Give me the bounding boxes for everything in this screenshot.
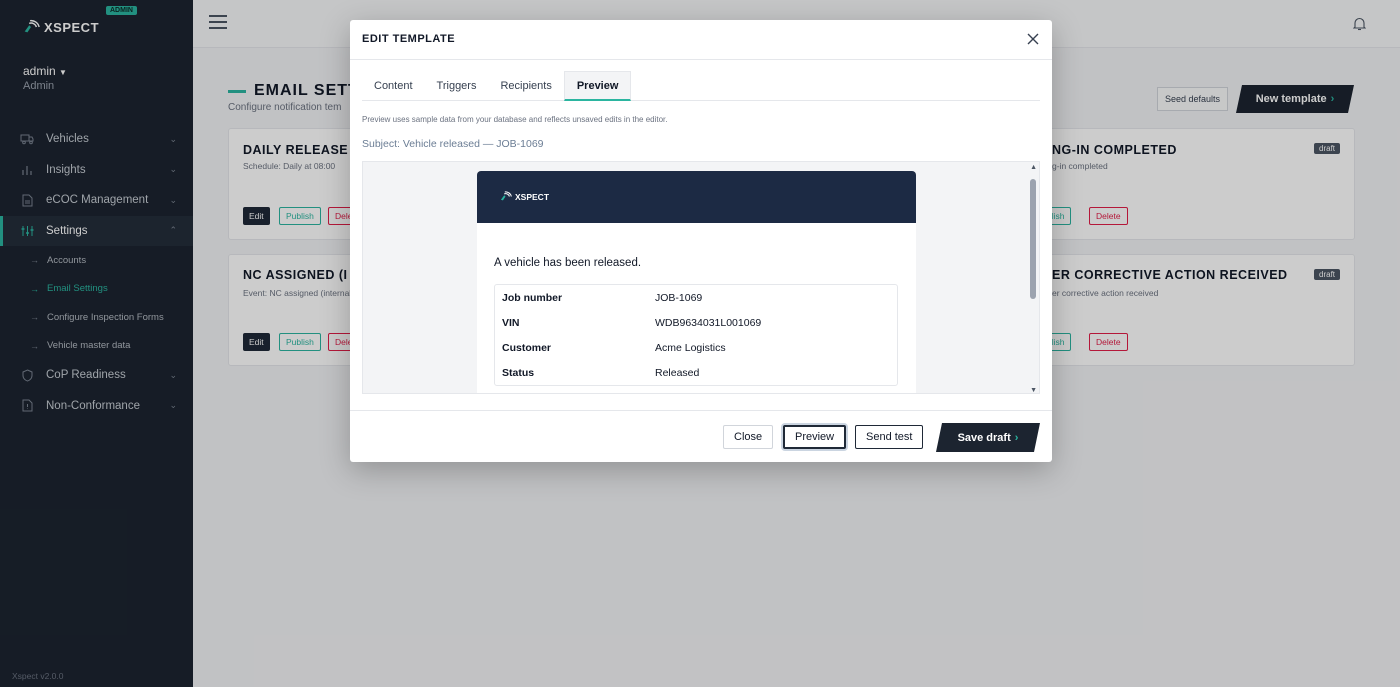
preview-note: Preview uses sample data from your datab… (362, 115, 668, 124)
close-icon[interactable] (1024, 30, 1042, 48)
modal-footer: Close Preview Send test Save draft › (350, 410, 1052, 462)
modal-title: EDIT TEMPLATE (362, 33, 456, 45)
tab-triggers[interactable]: Triggers (425, 71, 489, 101)
table-row: Job number JOB-1069 (495, 285, 897, 310)
row-value: Acme Logistics (655, 341, 726, 354)
row-key: Job number (502, 291, 563, 304)
scroll-down-icon[interactable]: ▼ (1030, 387, 1037, 393)
row-key: Customer (502, 341, 552, 354)
tab-content[interactable]: Content (362, 71, 425, 101)
send-test-button[interactable]: Send test (855, 425, 924, 449)
scrollbar-thumb[interactable] (1030, 179, 1036, 299)
email-header: XSPECT (477, 171, 916, 223)
email-logo: XSPECT (499, 190, 549, 203)
scroll-up-icon[interactable]: ▲ (1030, 164, 1037, 171)
modal-header: EDIT TEMPLATE (350, 20, 1052, 60)
email-message: A vehicle has been released. (494, 257, 642, 269)
table-row: Customer Acme Logistics (495, 335, 897, 360)
row-key: VIN (502, 316, 520, 329)
row-value: JOB-1069 (655, 291, 703, 304)
email-details-table: Job number JOB-1069 VIN WDB9634031L001069 … (494, 284, 898, 386)
email-subject: Subject: Vehicle released — JOB-1069 (362, 138, 544, 150)
preview-button[interactable]: Preview (783, 425, 847, 449)
table-row: VIN WDB9634031L001069 (495, 310, 897, 335)
table-row: Status Released (495, 360, 897, 385)
edit-template-modal: EDIT TEMPLATE Content Triggers Recipient… (350, 20, 1052, 462)
save-draft-button[interactable]: Save draft › (936, 423, 1040, 452)
chevron-right-icon: › (1014, 431, 1019, 444)
tab-preview[interactable]: Preview (563, 71, 632, 101)
email-preview: XSPECT A vehicle has been released. Job … (477, 171, 916, 393)
row-value: Released (655, 366, 700, 379)
preview-scrollbar[interactable]: ▲ ▼ (1027, 162, 1039, 393)
close-button[interactable]: Close (723, 425, 774, 449)
row-value: WDB9634031L001069 (655, 316, 762, 329)
email-preview-frame[interactable]: XSPECT A vehicle has been released. Job … (362, 161, 1040, 394)
tab-recipients[interactable]: Recipients (488, 71, 563, 101)
save-draft-label: Save draft (957, 431, 1011, 444)
row-key: Status (502, 366, 535, 379)
email-logo-text: XSPECT (515, 191, 550, 202)
logo-mark-icon (500, 191, 512, 201)
modal-tabs: Content Triggers Recipients Preview (362, 71, 1040, 101)
